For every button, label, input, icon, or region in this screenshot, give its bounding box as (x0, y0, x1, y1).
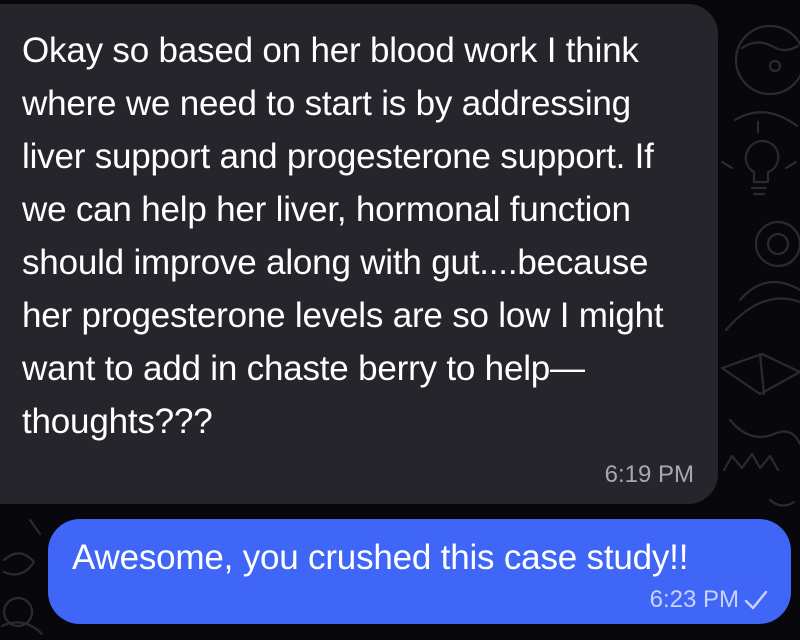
incoming-message-bubble[interactable]: Okay so based on her blood work I think … (0, 4, 718, 504)
outgoing-message-bubble[interactable]: Awesome, you crushed this case study!! 6… (48, 519, 791, 624)
incoming-message-text: Okay so based on her blood work I think … (22, 31, 664, 441)
check-icon (744, 590, 768, 610)
outgoing-message-time: 6:23 PM (649, 586, 739, 613)
outgoing-message-meta: 6:23 PM (650, 586, 769, 614)
incoming-message-meta: 6:19 PM (605, 461, 694, 489)
chat-area[interactable]: Okay so based on her blood work I think … (0, 0, 800, 640)
outgoing-message-text: Awesome, you crushed this case study!! (72, 538, 689, 577)
incoming-message-time: 6:19 PM (604, 461, 694, 488)
